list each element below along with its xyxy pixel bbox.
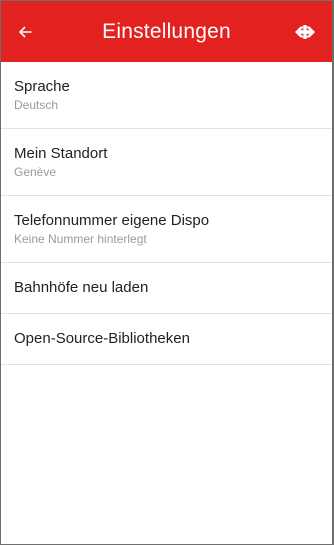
setting-language-title: Sprache (14, 77, 70, 95)
setting-reload-stations-title: Bahnhöfe neu laden (14, 279, 149, 296)
app-screen: Einstellungen Sprache Deutsch Mein Stand… (0, 0, 334, 545)
setting-language[interactable]: Sprache Deutsch (1, 62, 332, 129)
setting-reload-stations[interactable]: Bahnhöfe neu laden (1, 263, 332, 314)
page-title: Einstellungen (102, 20, 231, 43)
setting-phone-number[interactable]: Telefonnummer eigene Dispo Keine Nummer … (1, 196, 332, 263)
app-bar: Einstellungen (1, 1, 332, 62)
setting-phone-number-value: Keine Nummer hinterlegt (14, 231, 147, 246)
setting-language-value: Deutsch (14, 97, 59, 112)
setting-open-source-libraries[interactable]: Open-Source-Bibliotheken (1, 314, 332, 365)
setting-location[interactable]: Mein Standort Genève (1, 129, 332, 196)
sbb-logo-button[interactable] (290, 18, 320, 46)
setting-location-title: Mein Standort (14, 144, 108, 162)
setting-location-value: Genève (14, 164, 57, 179)
setting-phone-number-title: Telefonnummer eigene Dispo (14, 211, 210, 229)
setting-open-source-libraries-title: Open-Source-Bibliotheken (14, 330, 190, 347)
sbb-logo-icon (295, 25, 315, 39)
settings-list: Sprache Deutsch Mein Standort Genève Tel… (1, 62, 332, 365)
